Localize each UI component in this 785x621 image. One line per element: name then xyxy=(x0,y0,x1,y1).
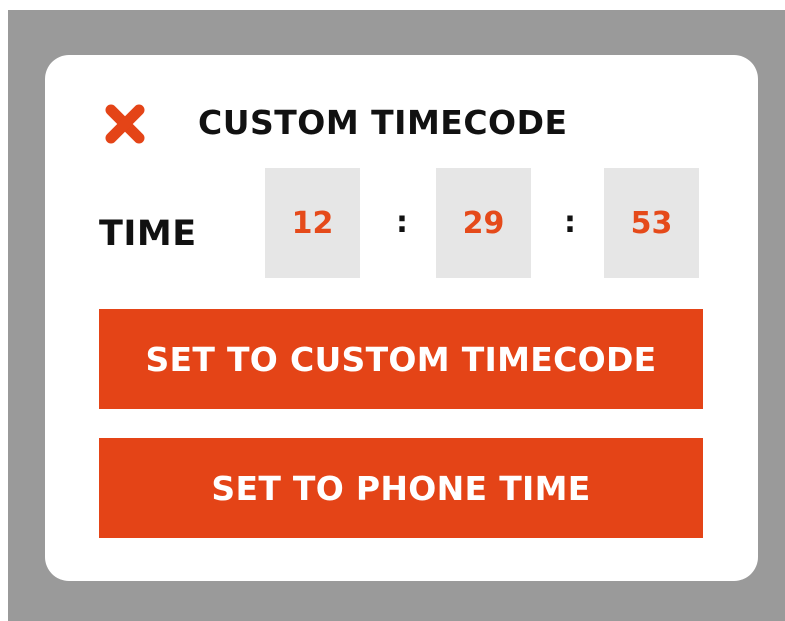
time-label: TIME xyxy=(99,214,197,254)
set-custom-timecode-button[interactable]: SET TO CUSTOM TIMECODE xyxy=(99,309,703,409)
left-frame-edge xyxy=(0,0,8,621)
seconds-value: 53 xyxy=(630,205,673,241)
time-separator: : xyxy=(396,205,408,240)
dialog-header: CUSTOM TIMECODE xyxy=(45,55,758,185)
hours-field[interactable]: 12 xyxy=(265,168,360,278)
minutes-field[interactable]: 29 xyxy=(436,168,531,278)
dialog-title: CUSTOM TIMECODE xyxy=(198,103,568,142)
minutes-value: 29 xyxy=(462,205,505,241)
set-phone-time-button[interactable]: SET TO PHONE TIME xyxy=(99,438,703,538)
custom-timecode-dialog: CUSTOM TIMECODE TIME 12 : 29 : 53 SET TO… xyxy=(45,55,758,581)
close-x-icon xyxy=(105,104,145,144)
seconds-field[interactable]: 53 xyxy=(604,168,699,278)
close-button[interactable] xyxy=(103,102,147,146)
top-frame-edge xyxy=(0,0,785,10)
time-separator: : xyxy=(564,205,576,240)
hours-value: 12 xyxy=(291,205,334,241)
